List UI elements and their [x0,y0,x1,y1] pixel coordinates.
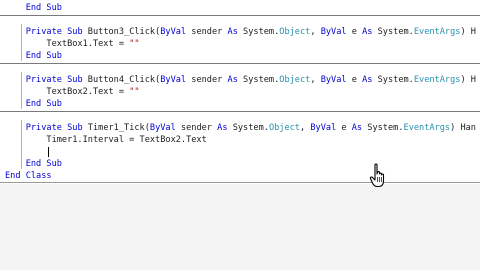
code-token: Button3_Click( [82,27,161,37]
code-token: Timer1.Interval = TextBox2.Text [5,135,207,145]
code-token: TextBox1.Text = [5,39,130,49]
code-line[interactable]: Private Sub Timer1_Tick(ByVal sender As … [5,122,480,134]
code-token: e [346,75,363,85]
code-token: "" [129,39,140,49]
code-token: ByVal [320,75,347,85]
code-token: As [362,75,373,85]
code-token: System. [372,27,414,37]
code-token: sender [175,123,218,133]
code-token: ) H [460,27,476,37]
code-line[interactable]: End Sub [5,50,480,62]
code-token: As [227,27,238,37]
code-token: , [299,123,311,133]
code-token: e [336,123,352,133]
code-token: ByVal [160,27,187,37]
code-token: System. [237,75,280,85]
code-token: e [346,27,363,37]
code-token: Object [279,75,311,85]
code-token: , [310,27,321,37]
code-token: EventArgs [413,27,461,37]
code-token: End Sub [25,51,62,61]
code-token: System. [237,27,280,37]
code-token: As [227,75,238,85]
code-token: As [362,27,373,37]
code-token: TextBox2.Text = [5,87,130,97]
code-token: Object [279,27,311,37]
hand-pointer-icon [369,163,385,188]
code-token: End Sub [25,99,62,109]
code-token: End Sub [25,3,62,13]
code-token: Private Sub [25,75,83,85]
code-token: System. [372,75,414,85]
code-line[interactable]: Private Sub Button4_Click(ByVal sender A… [5,74,480,86]
code-token: "" [129,87,140,97]
code-token: End Sub [25,159,62,169]
code-token: EventArgs [403,123,451,133]
code-token: As [217,123,228,133]
code-token: Object [268,123,300,133]
code-token: , [310,75,321,85]
code-token: Private Sub [25,123,83,133]
code-token: sender [186,75,228,85]
code-line[interactable]: End Sub [5,2,480,14]
code-token: ) Han [450,123,476,133]
code-token: Timer1_Tick( [82,123,150,133]
code-token: ByVal [320,27,347,37]
code-line[interactable]: Timer1.Interval = TextBox2.Text [5,134,480,146]
code-line[interactable]: End Class [5,170,480,182]
code-token: End Class [5,171,52,181]
code-line[interactable]: Private Sub Button3_Click(ByVal sender A… [5,26,480,38]
method-separator [0,111,480,112]
editor-bottom-edge [0,182,480,183]
code-token: System. [227,123,269,133]
code-token: ) H [460,75,476,85]
code-token: Private Sub [25,27,83,37]
code-token: ByVal [149,123,176,133]
code-line[interactable]: End Sub [5,98,480,110]
text-caret [48,147,49,157]
method-separator [0,63,480,64]
code-token: EventArgs [413,75,461,85]
code-token: As [351,123,363,133]
code-line[interactable]: End Sub [5,158,480,170]
code-line[interactable]: TextBox1.Text = "" [5,38,480,50]
code-line[interactable]: TextBox2.Text = "" [5,86,480,98]
code-editor[interactable]: End Sub Private Sub Button3_Click(ByVal … [0,0,480,184]
code-line[interactable] [5,146,480,158]
method-separator [0,15,480,16]
code-token: Button4_Click( [82,75,161,85]
code-token: sender [186,27,228,37]
code-token: ByVal [160,75,187,85]
code-token: ByVal [310,123,337,133]
code-token: System. [362,123,404,133]
